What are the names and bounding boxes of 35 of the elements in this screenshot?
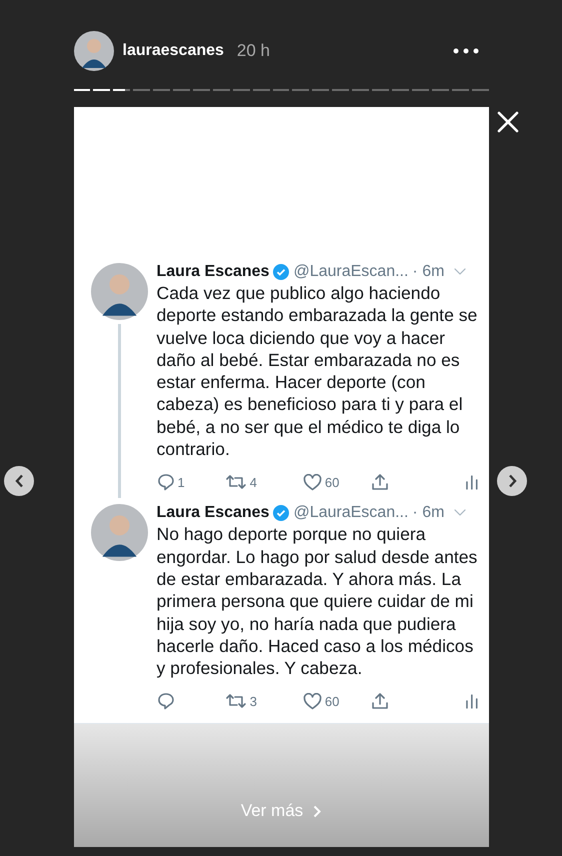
tweet-text: Cada vez que publico algo haciendo deporte estando embarazada la gente se vuelve loca diciendo que voy a hacer daño al bebé. Estar embarazada no es estar enferma. Hacer deporte (con cabeza) es beneficioso para ti y para el bebé, a no ser que el médico te diga lo contrario. — [156, 282, 478, 460]
next-button[interactable] — [497, 466, 527, 496]
previous-button[interactable] — [4, 466, 34, 496]
share-icon[interactable] — [371, 473, 390, 492]
reply-icon[interactable] — [156, 473, 174, 492]
analytics-icon[interactable] — [464, 474, 478, 490]
chevron-right-icon — [313, 804, 322, 818]
tweet-text: No hago deporte porque no quiera engordar. Lo hago por salud desde antes de estar embarazada. Y ahora más. La primera persona que quiere cuidar de mi hija soy yo, no haría nada que pudiera hacerle daño. Haced caso a los médicos y profesionales. Y cabeza. — [156, 523, 478, 680]
share-icon[interactable] — [371, 692, 390, 710]
reply-count: 1 — [178, 474, 185, 490]
like-count: 60 — [324, 474, 340, 490]
retweet-count: 4 — [250, 474, 258, 490]
retweet-icon[interactable] — [224, 473, 247, 492]
analytics-icon[interactable] — [464, 693, 478, 710]
heart-icon[interactable] — [302, 692, 322, 710]
author-handle[interactable]: @LauraEscan... — [293, 504, 408, 522]
avatar — [90, 263, 148, 320]
author-name[interactable]: Laura Escanes — [156, 263, 270, 281]
tweet-time: · 6m — [412, 504, 444, 522]
like-count: 60 — [324, 694, 340, 709]
more-icon[interactable] — [452, 48, 478, 54]
heart-icon[interactable] — [302, 474, 322, 491]
author-name[interactable]: Laura Escanes — [156, 504, 270, 522]
chevron-left-icon — [14, 474, 24, 488]
tweet-time: · 6m — [412, 263, 444, 281]
username[interactable]: lauraescanes — [122, 42, 224, 60]
author-handle[interactable]: @LauraEscan... — [293, 263, 408, 281]
avatar — [90, 504, 148, 562]
close-icon[interactable] — [497, 111, 519, 133]
retweet-count: 3 — [250, 694, 258, 709]
avatar — [74, 31, 114, 71]
chevron-right-icon — [508, 474, 516, 488]
reply-icon[interactable] — [156, 692, 174, 710]
retweet-icon[interactable] — [224, 692, 247, 710]
post-time: 20 h — [236, 41, 270, 61]
